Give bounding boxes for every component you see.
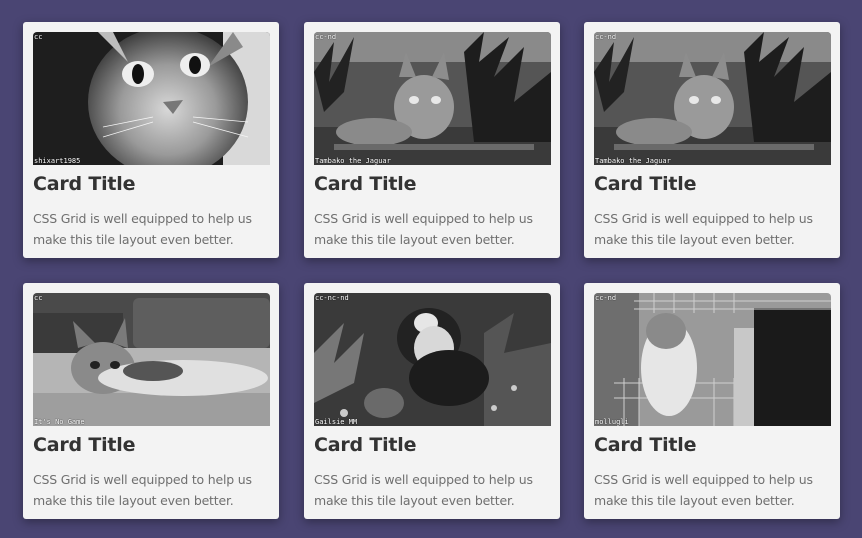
card-title: Card Title	[33, 434, 136, 456]
card-description: CSS Grid is well equipped to help us mak…	[33, 211, 252, 247]
license-label: cc-nd	[315, 33, 337, 41]
card-title: Card Title	[594, 434, 697, 456]
card-title: Card Title	[314, 434, 417, 456]
card[interactable]: cc-nc-nd Gailsie MM Card Title CSS Grid …	[304, 283, 560, 519]
card[interactable]: cc-nd Tambako the Jaguar Card Title CSS …	[304, 22, 560, 258]
photo-credit: It's No Game	[34, 418, 85, 426]
card-image-kitten-grass: cc-nd Tambako the Jaguar	[314, 32, 551, 165]
card[interactable]: cc shixart1985 Card Title CSS Grid is we…	[23, 22, 279, 258]
card-image-kitten-grass: cc-nd Tambako the Jaguar	[594, 32, 831, 165]
card-description: CSS Grid is well equipped to help us mak…	[314, 211, 533, 247]
photo-credit: Gailsie MM	[315, 418, 358, 426]
license-label: cc-nd	[595, 33, 617, 41]
card-title: Card Title	[33, 173, 136, 195]
card-image-cat-lying: cc It's No Game	[33, 293, 270, 426]
license-label: cc-nd	[595, 294, 617, 302]
card-description: CSS Grid is well equipped to help us mak…	[594, 472, 813, 508]
card-grid: cc shixart1985 Card Title CSS Grid is we…	[0, 0, 862, 538]
photo-credit: Tambako the Jaguar	[315, 157, 391, 165]
card-description: CSS Grid is well equipped to help us mak…	[33, 472, 252, 508]
photo-credit: Tambako the Jaguar	[595, 157, 671, 165]
card-description: CSS Grid is well equipped to help us mak…	[314, 472, 533, 508]
card-image-cat-dishwasher: cc-nd mollugli	[594, 293, 831, 426]
card[interactable]: cc-nd Tambako the Jaguar Card Title CSS …	[584, 22, 840, 258]
photo-credit: mollugli	[595, 418, 629, 426]
card-description: CSS Grid is well equipped to help us mak…	[594, 211, 813, 247]
card-title: Card Title	[314, 173, 417, 195]
card[interactable]: cc It's No Game Card Title CSS Grid is w…	[23, 283, 279, 519]
photo-credit: shixart1985	[34, 157, 81, 165]
card-image-kitten-closeup: cc shixart1985	[33, 32, 270, 165]
license-label: cc	[34, 33, 43, 41]
card-image-cat-garden: cc-nc-nd Gailsie MM	[314, 293, 551, 426]
card-title: Card Title	[594, 173, 697, 195]
license-label: cc-nc-nd	[315, 294, 349, 302]
license-label: cc	[34, 294, 43, 302]
card[interactable]: cc-nd mollugli Card Title CSS Grid is we…	[584, 283, 840, 519]
